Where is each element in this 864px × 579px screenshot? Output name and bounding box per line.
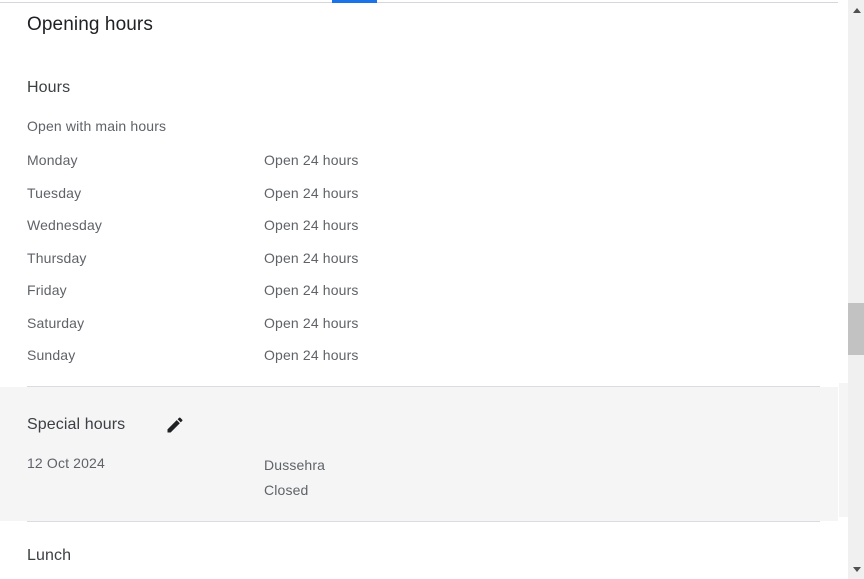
day-label: Wednesday [27,217,103,233]
day-value: Open 24 hours [264,347,359,363]
scrollbar-gutter-highlight [839,383,848,517]
day-value: Open 24 hours [264,152,359,168]
day-value: Open 24 hours [264,184,359,201]
special-hours-name: Dussehra [264,457,326,473]
table-row: Saturday Open 24 hours [0,313,838,346]
active-tab-indicator [332,0,377,3]
special-hours-section[interactable]: Special hours 12 Oct 2024 Dussehra Close… [0,387,838,521]
vertical-scrollbar[interactable] [838,0,864,579]
day-label: Sunday [27,347,76,363]
scrollbar-track[interactable] [848,0,864,579]
pencil-icon [165,415,185,435]
day-value: Open 24 hours [264,282,359,298]
table-row: Wednesday Open 24 hours [0,215,838,248]
special-hours-heading: Special hours [27,416,126,433]
day-value: Open 24 hours [264,217,359,233]
special-hours-date: 12 Oct 2024 [27,455,105,471]
day-label: Saturday [27,314,85,331]
scrollbar-thumb[interactable] [848,303,864,355]
edit-special-hours-button[interactable] [163,413,187,437]
hours-subtitle: Open with main hours [27,118,167,134]
day-value: Open 24 hours [264,314,359,331]
special-hours-detail: Dussehra Closed [264,453,325,503]
day-label: Friday [27,282,67,298]
special-hours-status: Closed [264,482,309,498]
day-label: Thursday [27,249,87,266]
triangle-down-icon [852,567,861,572]
table-row: Friday Open 24 hours [0,280,838,313]
scroll-down-button[interactable] [848,561,864,578]
tab-bar-divider [0,2,838,3]
page-title: Opening hours [27,14,153,35]
divider [27,521,820,522]
scroll-up-button[interactable] [848,2,864,19]
day-value: Open 24 hours [264,249,359,266]
hours-day-list: Monday Open 24 hours Tuesday Open 24 hou… [0,150,838,378]
opening-hours-panel: Opening hours Hours Open with main hours… [0,4,838,579]
table-row: Sunday Open 24 hours [0,345,838,378]
table-row: Thursday Open 24 hours [0,248,838,281]
table-row: Tuesday Open 24 hours [0,183,838,216]
table-row: Monday Open 24 hours [0,150,838,183]
triangle-up-icon [852,8,861,13]
scrollbar-gutter [839,0,848,579]
day-label: Tuesday [27,184,82,201]
day-label: Monday [27,152,78,168]
hours-heading: Hours [27,79,71,96]
lunch-heading: Lunch [27,547,72,564]
